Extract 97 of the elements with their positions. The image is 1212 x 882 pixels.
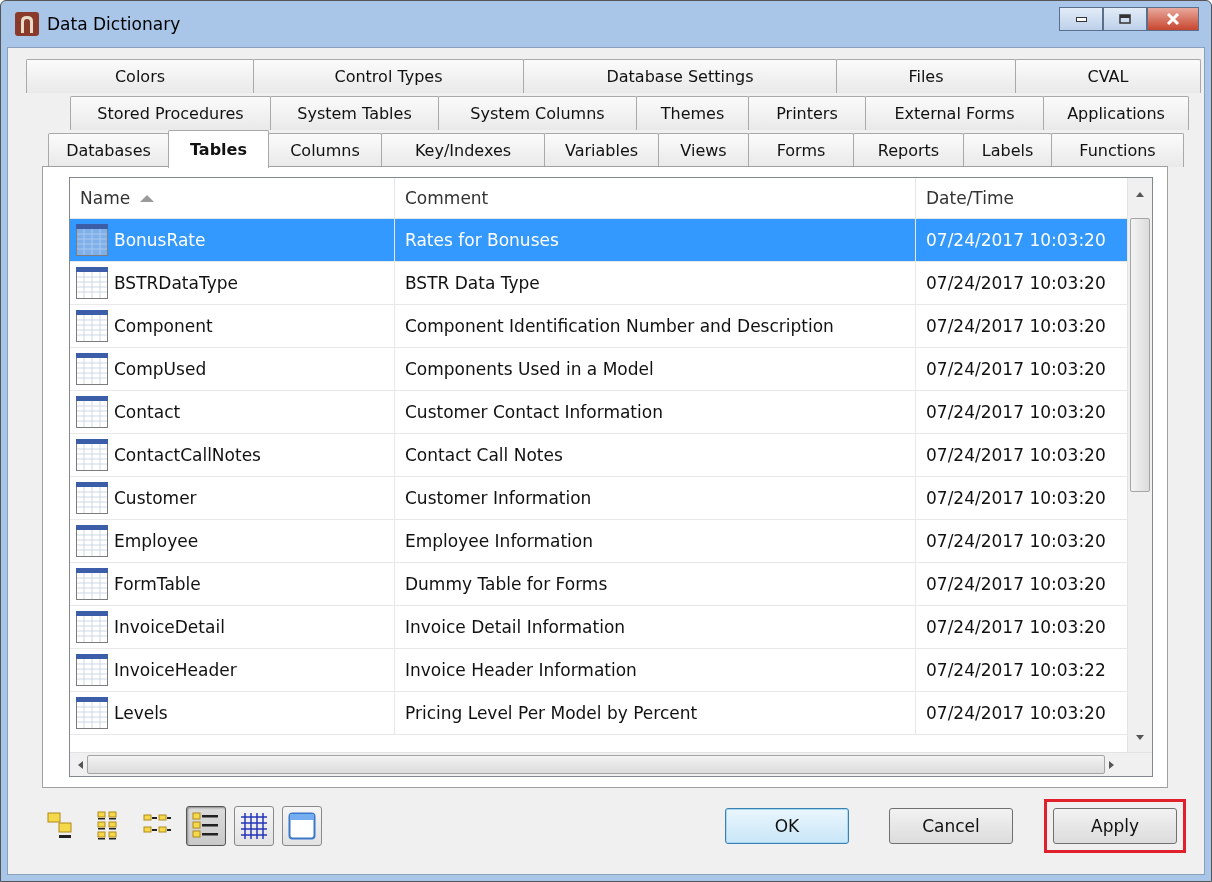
tab[interactable]: Printers [748,96,866,130]
table-name: BSTRDataType [114,273,238,293]
table-cell: Component Identification Number and Description [395,305,916,348]
table-icon [76,654,108,686]
tab[interactable]: Stored Procedures [70,96,271,130]
tab[interactable]: System Columns [438,96,637,130]
scroll-left-arrow-icon[interactable] [78,760,83,769]
table-cell: Customer Information [395,477,916,520]
tab[interactable]: System Tables [270,96,439,130]
table-row-name[interactable]: FormTable [70,563,395,606]
window-icon [287,811,317,841]
table-cell: BSTR Data Type [395,262,916,305]
table-cell: Pricing Level Per Model by Percent [395,692,916,735]
table-row-name[interactable]: InvoiceDetail [70,606,395,649]
horizontal-scrollbar[interactable] [70,752,1152,776]
sort-arrow-icon [140,193,155,203]
table-row-name[interactable]: Contact [70,391,395,434]
table-icon [76,224,108,256]
column-label: Date/Time [926,188,1014,208]
table-row-name[interactable]: BSTRDataType [70,262,395,305]
dialog-button[interactable]: Apply [1053,808,1177,844]
restore-button[interactable] [1103,7,1147,31]
table-row-name[interactable]: ContactCallNotes [70,434,395,477]
grid-icon [239,811,269,841]
table-name: InvoiceDetail [114,617,225,637]
tab[interactable]: Tables [168,130,269,168]
app-logo-icon [15,12,39,36]
table-row-name[interactable]: Levels [70,692,395,735]
table-icon [76,353,108,385]
table-row-name[interactable]: Customer [70,477,395,520]
minimize-button[interactable] [1059,7,1103,31]
table-name: Customer [114,488,197,508]
tab[interactable]: Reports [853,133,964,167]
table-name: BonusRate [114,230,206,250]
close-button[interactable] [1147,7,1199,31]
tab[interactable]: Labels [963,133,1052,167]
table-row-name[interactable]: Component [70,305,395,348]
table-cell: Rates for Bonuses [395,219,916,262]
view-toggle-button[interactable] [282,806,322,846]
dialog-button[interactable]: OK [725,808,849,844]
table-icon [76,697,108,729]
table-icon [76,439,108,471]
scroll-down-arrow-icon[interactable] [1136,735,1144,740]
tab[interactable]: Database Settings [523,59,837,93]
table-name: FormTable [114,574,201,594]
table-name: Component [114,316,213,336]
scroll-right-arrow-icon[interactable] [1109,760,1114,769]
table-cell: Invoice Detail Information [395,606,916,649]
tab[interactable]: CVAL [1015,59,1201,93]
minimize-icon [1075,16,1087,22]
table-cell: 07/24/2017 10:03:20 [916,219,1127,262]
table-name: InvoiceHeader [114,660,237,680]
table-icon [76,267,108,299]
close-icon [1165,13,1181,25]
tab[interactable]: Files [836,59,1016,93]
tab[interactable]: Variables [544,133,659,167]
view-toggle-button[interactable] [186,806,226,846]
table-icon [76,482,108,514]
tab[interactable]: Themes [636,96,749,130]
table-name: Employee [114,531,199,551]
table-name: Contact [114,402,181,422]
view-toggle-button[interactable] [234,806,274,846]
vertical-scrollbar[interactable] [1127,178,1152,752]
tab[interactable]: Forms [748,133,854,167]
table-name: CompUsed [114,359,207,379]
table-row-name[interactable]: CompUsed [70,348,395,391]
table-name: Levels [114,703,168,723]
table-icon [76,568,108,600]
table-icon [76,310,108,342]
tab[interactable]: Key/Indexes [381,133,545,167]
window-title: Data Dictionary [47,14,181,34]
tab[interactable]: Control Types [253,59,524,93]
table-row-name[interactable]: Employee [70,520,395,563]
details-list-icon [191,811,221,841]
table-row-name[interactable]: InvoiceHeader [70,649,395,692]
tab[interactable]: External Forms [865,96,1044,130]
column-label: Comment [405,188,489,208]
tab[interactable]: Views [658,133,749,167]
scroll-up-arrow-icon[interactable] [1136,192,1144,197]
tab[interactable]: Applications [1043,96,1189,130]
table-name: ContactCallNotes [114,445,261,465]
table-cell: Invoice Header Information [395,649,916,692]
table-cell: Customer Contact Information [395,391,916,434]
tab[interactable]: Databases [48,133,169,167]
table-icon [76,611,108,643]
tab[interactable]: Columns [268,133,382,167]
table-cell: Employee Information [395,520,916,563]
table-icon [76,396,108,428]
restore-icon [1117,13,1133,25]
tab[interactable]: Colors [26,59,254,93]
table-cell: Contact Call Notes [395,434,916,477]
table-icon [76,525,108,557]
tab[interactable]: Functions [1051,133,1184,167]
table-cell: Dummy Table for Forms [395,563,916,606]
table-cell: Components Used in a Model [395,348,916,391]
column-label: Name [80,188,131,208]
dialog-button[interactable]: Cancel [889,808,1013,844]
